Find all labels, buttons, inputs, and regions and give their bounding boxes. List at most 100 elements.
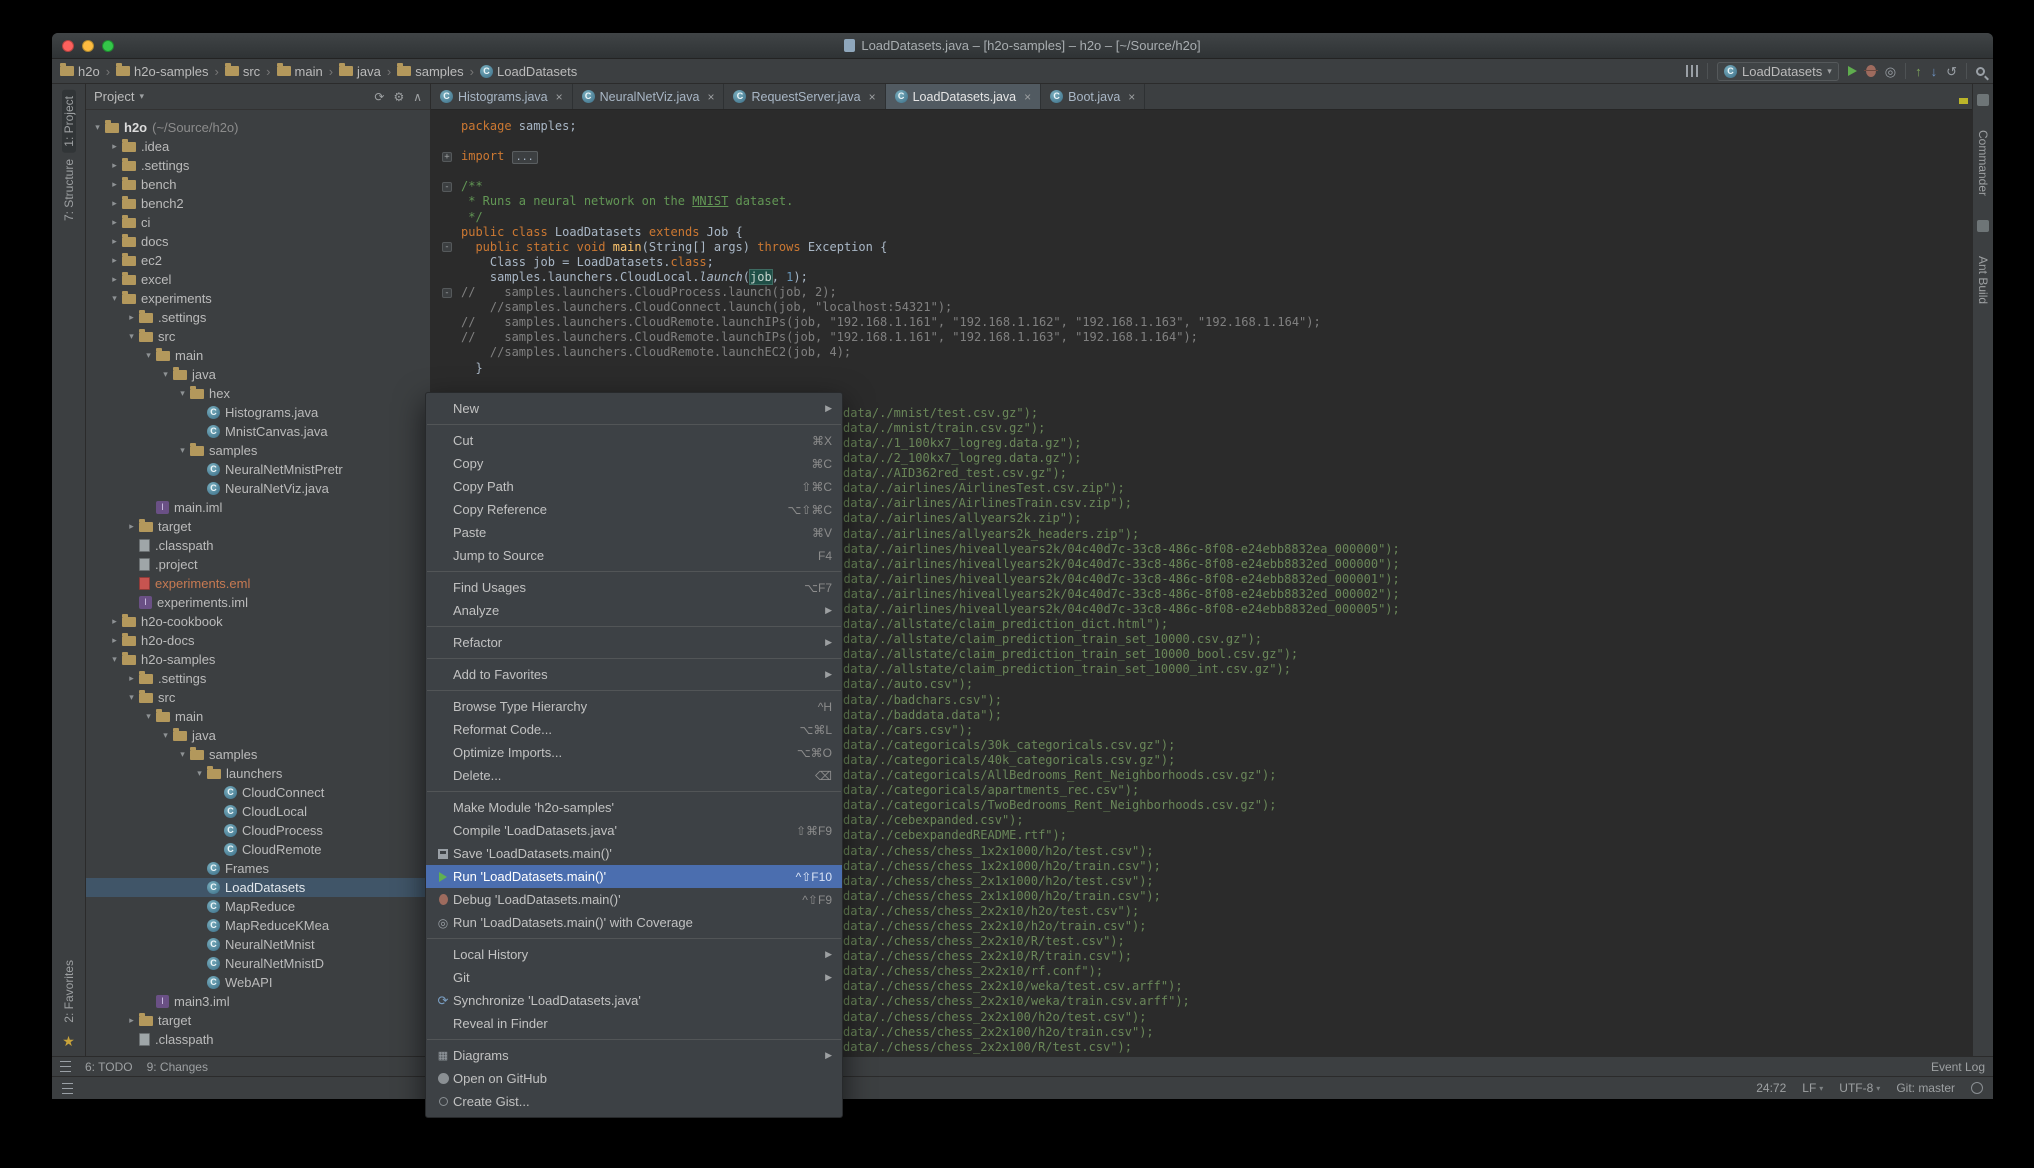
- chevron-collapsed-icon[interactable]: ▸: [107, 179, 122, 190]
- tree-item-ec2[interactable]: ▸ec2: [86, 251, 430, 270]
- chevron-expanded-icon[interactable]: ▾: [90, 122, 105, 133]
- menu-item-local-history[interactable]: Local History▶: [426, 943, 842, 966]
- tree-item-loaddatasets[interactable]: LoadDatasets: [86, 878, 430, 897]
- chevron-collapsed-icon[interactable]: ▸: [124, 673, 139, 684]
- encoding-select[interactable]: UTF-8 ▾: [1839, 1081, 1880, 1095]
- tree-item-frames[interactable]: Frames: [86, 859, 430, 878]
- menu-item-run-loaddatasets-main-with-coverage[interactable]: ◎Run 'LoadDatasets.main()' with Coverage: [426, 911, 842, 934]
- tree-item-mnistcanvas-java[interactable]: MnistCanvas.java: [86, 422, 430, 441]
- fold-marker-icon[interactable]: +: [442, 152, 452, 162]
- tree-item-cloudprocess[interactable]: CloudProcess: [86, 821, 430, 840]
- tree-item-mapreducekmea[interactable]: MapReduceKMea: [86, 916, 430, 935]
- menu-item-copy[interactable]: Copy⌘C: [426, 452, 842, 475]
- chevron-expanded-icon[interactable]: ▾: [107, 654, 122, 665]
- chevron-collapsed-icon[interactable]: ▸: [107, 274, 122, 285]
- chevron-down-icon[interactable]: ▾: [139, 91, 144, 102]
- tree-item-excel[interactable]: ▸excel: [86, 270, 430, 289]
- chevron-collapsed-icon[interactable]: ▸: [107, 217, 122, 228]
- menu-item-copy-reference[interactable]: Copy Reference⌥⇧⌘C: [426, 498, 842, 521]
- menu-item-jump-to-source[interactable]: Jump to SourceF4: [426, 544, 842, 567]
- menu-item-diagrams[interactable]: ▦Diagrams▶: [426, 1044, 842, 1067]
- menu-item-synchronize-loaddatasets-java[interactable]: ⟳Synchronize 'LoadDatasets.java': [426, 989, 842, 1012]
- tree-item--settings[interactable]: ▸.settings: [86, 156, 430, 175]
- history-icon[interactable]: ↺: [1946, 65, 1957, 78]
- tree-item-docs[interactable]: ▸docs: [86, 232, 430, 251]
- chevron-expanded-icon[interactable]: ▾: [124, 331, 139, 342]
- toolwindow-button-event-log[interactable]: Event Log: [1931, 1060, 1985, 1074]
- toolwindow-button-todo[interactable]: 6: TODO: [85, 1060, 133, 1074]
- breadcrumb-item[interactable]: samples: [397, 64, 463, 79]
- tree-item-target[interactable]: ▸target: [86, 517, 430, 536]
- tree-item-cloudconnect[interactable]: CloudConnect: [86, 783, 430, 802]
- toolwindow-button-changes[interactable]: 9: Changes: [147, 1060, 208, 1074]
- toolwindow-button-favorites[interactable]: 2: Favorites: [62, 954, 76, 1029]
- tree-item-h2o-docs[interactable]: ▸h2o-docs: [86, 631, 430, 650]
- line-separator-select[interactable]: LF ▾: [1802, 1081, 1823, 1095]
- menu-item-optimize-imports[interactable]: Optimize Imports...⌥⌘O: [426, 741, 842, 764]
- chevron-expanded-icon[interactable]: ▾: [175, 388, 190, 399]
- run-configuration-select[interactable]: LoadDatasets ▾: [1717, 62, 1839, 81]
- tree-item-launchers[interactable]: ▾launchers: [86, 764, 430, 783]
- close-icon[interactable]: ×: [707, 90, 714, 104]
- editor-tab[interactable]: Boot.java×: [1041, 84, 1145, 109]
- tree-item-target[interactable]: ▸target: [86, 1011, 430, 1030]
- breadcrumb-item[interactable]: h2o: [60, 64, 100, 79]
- tree-item-hex[interactable]: ▾hex: [86, 384, 430, 403]
- breadcrumb-item[interactable]: java: [339, 64, 381, 79]
- toolwindow-grid-icon[interactable]: [62, 1083, 73, 1094]
- tree-item-neuralnetmnistpretr[interactable]: NeuralNetMnistPretr: [86, 460, 430, 479]
- chevron-expanded-icon[interactable]: ▾: [141, 711, 156, 722]
- menu-item-delete[interactable]: Delete...⌫: [426, 764, 842, 787]
- tree-item-java[interactable]: ▾java: [86, 726, 430, 745]
- warning-stripe-mark[interactable]: [1959, 98, 1968, 104]
- chevron-expanded-icon[interactable]: ▾: [192, 768, 207, 779]
- fold-marker-icon[interactable]: -: [442, 288, 452, 298]
- editor-tab[interactable]: RequestServer.java×: [724, 84, 885, 109]
- breadcrumb-item[interactable]: h2o-samples: [116, 64, 208, 79]
- tree-item-neuralnetmnist[interactable]: NeuralNetMnist: [86, 935, 430, 954]
- menu-item-reformat-code[interactable]: Reformat Code...⌥⌘L: [426, 718, 842, 741]
- search-icon[interactable]: [1976, 67, 1985, 76]
- tree-item-experiments-iml[interactable]: experiments.iml: [86, 593, 430, 612]
- menu-item-open-on-github[interactable]: Open on GitHub: [426, 1067, 842, 1090]
- menu-item-refactor[interactable]: Refactor▶: [426, 631, 842, 654]
- vcs-branch-widget[interactable]: Git: master: [1896, 1081, 1955, 1095]
- tree-item-src[interactable]: ▾src: [86, 688, 430, 707]
- debug-button[interactable]: [1866, 65, 1876, 77]
- menu-item-debug-loaddatasets-main[interactable]: Debug 'LoadDatasets.main()'^⇧F9: [426, 888, 842, 911]
- tree-item-main3-iml[interactable]: main3.iml: [86, 992, 430, 1011]
- coverage-button[interactable]: ◎: [1885, 65, 1896, 78]
- menu-item-make-module-h2o-samples[interactable]: Make Module 'h2o-samples': [426, 796, 842, 819]
- chevron-collapsed-icon[interactable]: ▸: [107, 616, 122, 627]
- menu-item-analyze[interactable]: Analyze▶: [426, 599, 842, 622]
- chevron-collapsed-icon[interactable]: ▸: [124, 312, 139, 323]
- run-button[interactable]: [1848, 66, 1857, 76]
- tree-item-main-iml[interactable]: main.iml: [86, 498, 430, 517]
- tree-item-mapreduce[interactable]: MapReduce: [86, 897, 430, 916]
- settings-gear-ic[interactable]: ⚙: [393, 90, 404, 104]
- menu-item-copy-path[interactable]: Copy Path⇧⌘C: [426, 475, 842, 498]
- tree-item-webapi[interactable]: WebAPI: [86, 973, 430, 992]
- tree-item-bench[interactable]: ▸bench: [86, 175, 430, 194]
- close-icon[interactable]: ×: [556, 90, 563, 104]
- vcs-commit-icon[interactable]: ↑: [1915, 64, 1922, 79]
- tree-item-samples[interactable]: ▾samples: [86, 745, 430, 764]
- caret-position[interactable]: 24:72: [1756, 1081, 1786, 1095]
- tree-item--classpath[interactable]: .classpath: [86, 1030, 430, 1049]
- tree-item-neuralnetmnistd[interactable]: NeuralNetMnistD: [86, 954, 430, 973]
- menu-item-cut[interactable]: Cut⌘X: [426, 429, 842, 452]
- menu-item-browse-type-hierarchy[interactable]: Browse Type Hierarchy^H: [426, 695, 842, 718]
- tree-item-main[interactable]: ▾main: [86, 346, 430, 365]
- toolwindow-button-commander[interactable]: Commander: [1976, 124, 1990, 202]
- chevron-collapsed-icon[interactable]: ▸: [107, 255, 122, 266]
- changes-view-icon[interactable]: [1686, 65, 1698, 77]
- chevron-collapsed-icon[interactable]: ▸: [107, 236, 122, 247]
- toolwindow-switcher-icon[interactable]: [60, 1061, 71, 1072]
- tree-item-bench2[interactable]: ▸bench2: [86, 194, 430, 213]
- favorites-star-icon[interactable]: ★: [62, 1033, 75, 1050]
- toolwindow-button-project[interactable]: 1: Project: [62, 90, 76, 153]
- tree-item--settings[interactable]: ▸.settings: [86, 308, 430, 327]
- chevron-expanded-icon[interactable]: ▾: [141, 350, 156, 361]
- menu-item-git[interactable]: Git▶: [426, 966, 842, 989]
- chevron-collapsed-icon[interactable]: ▸: [107, 635, 122, 646]
